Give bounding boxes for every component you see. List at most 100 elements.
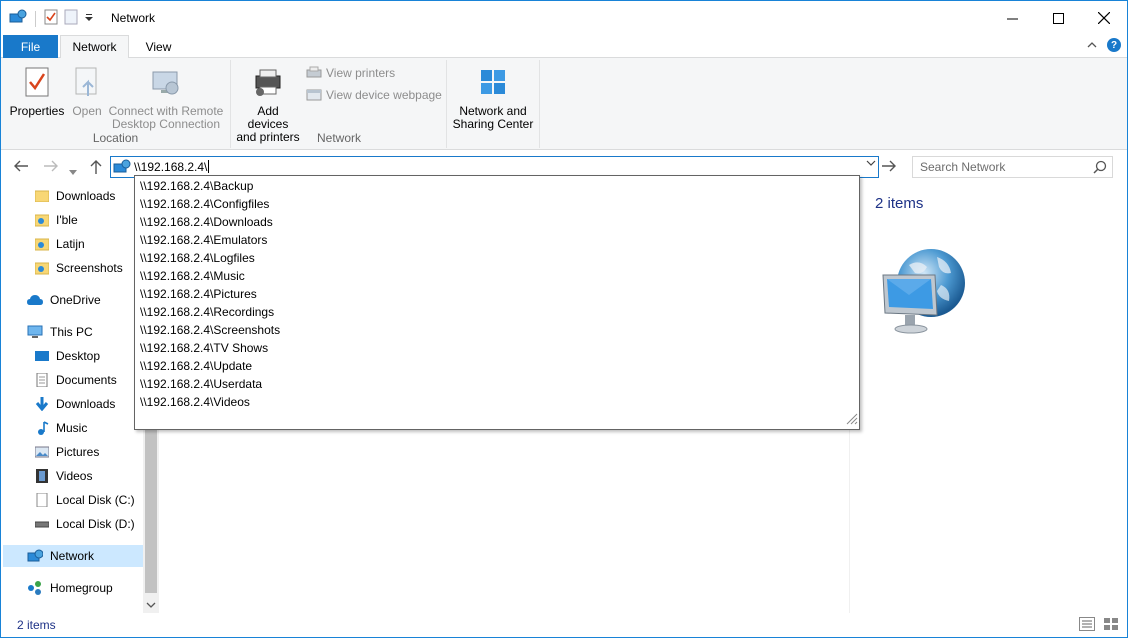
explorer-window: Network File Network View ? Properties O… [0,0,1128,638]
nav-label: This PC [50,325,93,339]
nav-label: Local Disk (C:) [56,493,135,507]
autocomplete-item[interactable]: \\192.168.2.4\Pictures [140,285,257,303]
open-label: Open [72,104,102,118]
remote-desktop-icon [149,64,183,100]
nav-item-downloads-quick[interactable]: Downloads [35,185,115,207]
search-input[interactable]: Search Network [920,160,1005,174]
open-button[interactable]: Open [69,64,105,118]
navigation-pane: Downloads I'ble Latijn Screenshots OneDr… [1,185,143,613]
network-location-icon [113,159,131,178]
nav-item-latijn[interactable]: Latijn [35,233,85,255]
up-arrow-icon[interactable] [89,159,103,178]
autocomplete-item[interactable]: \\192.168.2.4\Screenshots [140,321,280,339]
pinned-folder-icon [35,238,49,251]
recent-locations-icon[interactable] [69,163,77,179]
pinned-folder-icon [35,262,49,275]
autocomplete-item[interactable]: \\192.168.2.4\Userdata [140,375,262,393]
nav-label: OneDrive [50,293,101,307]
nav-item-network[interactable]: Network [3,545,143,567]
view-device-webpage-button[interactable]: View device webpage [306,88,442,102]
nav-item-downloads[interactable]: Downloads [35,393,115,415]
search-box[interactable]: Search Network [912,156,1113,178]
new-folder-icon[interactable] [64,9,78,28]
nav-item-desktop[interactable]: Desktop [35,345,100,367]
network-icon [27,549,43,562]
computer-icon [27,325,43,338]
properties-button[interactable]: Properties [9,64,65,118]
nav-item-onedrive[interactable]: OneDrive [27,289,101,311]
nav-item-screenshots[interactable]: Screenshots [35,257,123,279]
drive-c-icon [36,493,48,507]
forward-arrow-icon[interactable] [43,159,59,176]
autocomplete-item[interactable]: \\192.168.2.4\Downloads [140,213,273,231]
nav-label: Network [50,549,95,563]
add-devices-label-1: Add devices [247,104,289,131]
nav-item-homegroup[interactable]: Homegroup [27,577,113,599]
tab-network[interactable]: Network [60,35,129,59]
nav-item-music[interactable]: Music [35,417,87,439]
scroll-down-chevron-icon[interactable] [146,601,156,611]
back-arrow-icon[interactable] [13,159,29,176]
close-button[interactable] [1081,1,1127,35]
quick-access-toolbar [9,9,94,28]
nav-label: Latijn [56,237,85,251]
go-arrow-icon[interactable] [881,159,897,176]
desktop-icon [35,351,49,361]
maximize-button[interactable] [1035,1,1081,35]
network-app-icon[interactable] [9,9,27,28]
nav-item-ible[interactable]: I'ble [35,209,78,231]
hard-drive-icon [35,521,49,528]
minimize-button[interactable] [989,1,1035,35]
nav-item-local-disk-c[interactable]: Local Disk (C:) [35,489,135,511]
customize-qat-icon[interactable] [84,12,94,26]
details-view-icon[interactable] [1079,617,1095,634]
nav-item-local-disk-d[interactable]: Local Disk (D:) [35,513,135,535]
location-group-label: Location [92,131,139,145]
network-sharing-label-2: Sharing Center [452,117,534,131]
autocomplete-item[interactable]: \\192.168.2.4\Backup [140,177,253,195]
remote-desktop-label-2: Desktop Connection [111,117,221,131]
nav-label: Music [56,421,88,435]
autocomplete-item[interactable]: \\192.168.2.4\Videos [140,393,250,411]
tab-view[interactable]: View [131,35,186,58]
status-bar: 2 items [1,613,1127,637]
sharing-group: Network and Sharing Center [448,60,540,148]
folder-icon [35,190,49,202]
view-printers-button[interactable]: View printers [306,66,395,80]
tab-file[interactable]: File [3,35,58,58]
properties-icon[interactable] [44,9,58,28]
homegroup-icon [28,581,41,595]
nav-item-this-pc[interactable]: This PC [27,321,93,343]
nav-label: Videos [56,469,93,483]
nav-label: Documents [56,373,117,387]
autocomplete-item[interactable]: \\192.168.2.4\Emulators [140,231,267,249]
properties-large-icon [20,64,54,100]
nav-item-pictures[interactable]: Pictures [35,441,99,463]
view-printers-label: View printers [326,66,396,80]
large-icons-view-icon[interactable] [1103,617,1119,634]
autocomplete-item[interactable]: \\192.168.2.4\Music [140,267,245,285]
nav-item-documents[interactable]: Documents [35,369,117,391]
autocomplete-item[interactable]: \\192.168.2.4\TV Shows [140,339,268,357]
autocomplete-item[interactable]: \\192.168.2.4\Update [140,357,252,375]
nav-item-videos[interactable]: Videos [35,465,92,487]
properties-label: Properties [9,104,65,118]
address-input[interactable]: \\192.168.2.4\ [134,160,207,174]
network-sharing-center-button[interactable]: Network and Sharing Center [450,64,536,131]
nav-label: Local Disk (D:) [56,517,135,531]
remote-desktop-button[interactable]: Connect with Remote Desktop Connection [107,64,225,131]
autocomplete-item[interactable]: \\192.168.2.4\Recordings [140,303,274,321]
autocomplete-item[interactable]: \\192.168.2.4\Configfiles [140,195,269,213]
pictures-icon [35,446,49,458]
nav-label: Screenshots [56,261,123,275]
autocomplete-item[interactable]: \\192.168.2.4\Logfiles [140,249,255,267]
nav-label: Downloads [56,397,116,411]
resize-grip-icon[interactable] [844,411,858,428]
window-title: Network [111,11,156,25]
help-icon[interactable]: ? [1107,38,1121,52]
text-caret [208,160,210,173]
address-history-chevron-icon[interactable] [866,159,876,170]
collapse-ribbon-icon[interactable] [1087,38,1097,52]
search-icon[interactable] [1093,160,1107,177]
ribbon: Properties Open Connect with Remote Desk… [1,58,1127,150]
